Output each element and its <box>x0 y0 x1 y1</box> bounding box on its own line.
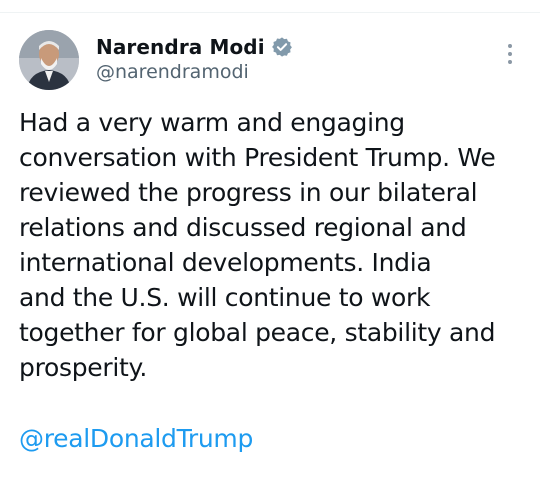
tweet-text-line: reviewed the progress in our bilateral <box>19 178 478 207</box>
tweet-card[interactable]: Narendra Modi @narendramodi Had a very w… <box>0 13 540 478</box>
tweet-text-line: together for global peace, stability and <box>19 318 496 347</box>
author-handle[interactable]: @narendramodi <box>96 61 249 83</box>
author-avatar[interactable] <box>19 30 79 90</box>
author-display-name[interactable]: Narendra Modi <box>96 35 265 59</box>
mention-link[interactable]: @realDonaldTrump <box>19 422 253 456</box>
verified-badge-icon <box>271 37 292 57</box>
author-name-row[interactable]: Narendra Modi <box>96 33 293 61</box>
tweet-text: Had a very warm and engaging conversatio… <box>19 105 529 385</box>
more-options-icon[interactable] <box>500 41 520 67</box>
tweet-text-line: and the U.S. will continue to work <box>19 283 431 312</box>
tweet-text-line: conversation with President Trump. We <box>19 143 496 172</box>
avatar-photo-icon <box>19 30 79 90</box>
tweet-text-line: relations and discussed regional and <box>19 213 467 242</box>
tweet-text-line: prosperity. <box>19 353 148 382</box>
tweet-text-line: Had a very warm and engaging <box>19 108 405 137</box>
tweet-text-line: international developments. India <box>19 248 432 277</box>
